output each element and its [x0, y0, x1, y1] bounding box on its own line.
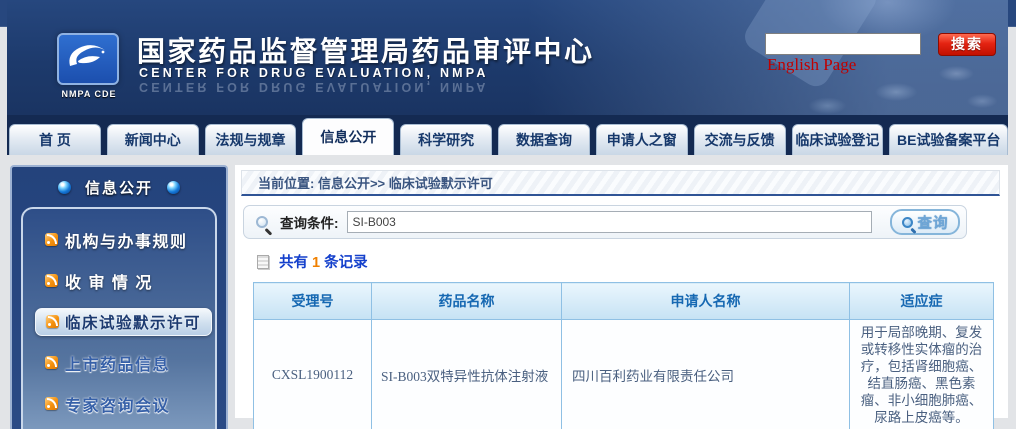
- sidebar-item-marketed-drug-info[interactable]: 上市药品信息: [23, 342, 215, 383]
- records-summary: 共有1条记录: [257, 251, 1000, 272]
- site-search-button[interactable]: 搜索: [938, 33, 996, 56]
- tab-news-center[interactable]: 新闻中心: [107, 124, 199, 155]
- magnifier-icon: [902, 217, 913, 228]
- swan-logo-icon: [65, 40, 111, 79]
- records-suffix: 条记录: [324, 255, 368, 271]
- sidebar-title-bar: 信息公开: [12, 167, 226, 207]
- query-condition-label: 查询条件:: [280, 212, 339, 232]
- cell-drug-name: SI-B003双特异性抗体注射液: [372, 320, 562, 429]
- breadcrumb: 当前位置: 信息公开>> 临床试验默示许可: [241, 170, 1000, 196]
- cell-applicant-name: 四川百利药业有限责任公司: [562, 320, 850, 429]
- body-row: 信息公开 机构与办事规则 收 审 情 况 临床试验默示许可: [7, 165, 1008, 429]
- list-icon: [257, 255, 269, 269]
- rss-icon: [45, 356, 58, 369]
- column-header-indication: 适应症: [850, 283, 994, 320]
- tab-clinical-trial-registration[interactable]: 临床试验登记: [792, 124, 884, 155]
- sidebar-item-acceptance-review-status[interactable]: 收 审 情 况: [23, 260, 215, 301]
- column-header-drug-name: 药品名称: [372, 283, 562, 320]
- tab-science-research[interactable]: 科学研究: [400, 124, 492, 155]
- tab-data-query[interactable]: 数据查询: [498, 124, 590, 155]
- nmpa-cde-logo[interactable]: [57, 33, 119, 85]
- query-condition-input[interactable]: [347, 211, 873, 233]
- breadcrumb-text: 当前位置: 信息公开>> 临床试验默示许可: [258, 173, 493, 192]
- selected-item-pill: 临床试验默示许可: [35, 308, 212, 336]
- sidebar-title: 信息公开: [85, 177, 153, 198]
- results-table: 受理号 药品名称 申请人名称 适应症 CXSL1900112 SI-B003双特…: [253, 282, 994, 429]
- site-search-input[interactable]: [765, 33, 921, 55]
- sidebar-item-org-rules[interactable]: 机构与办事规则: [23, 219, 215, 260]
- records-count: 1: [308, 255, 324, 271]
- main-content: 当前位置: 信息公开>> 临床试验默示许可 查询条件: 查询 共有1条记录: [235, 165, 1008, 418]
- site-title-en-reflection: CENTER FOR DRUG EVALUATION, NMPA: [139, 80, 489, 94]
- query-bar: 查询条件: 查询: [243, 205, 967, 239]
- tab-applicant-window[interactable]: 申请人之窗: [596, 124, 688, 155]
- sidebar-item-expert-advisory-meetings[interactable]: 专家咨询会议: [23, 383, 215, 424]
- table-header-row: 受理号 药品名称 申请人名称 适应症: [254, 283, 994, 320]
- glossy-sphere-icon: [58, 181, 71, 194]
- site-title-en: CENTER FOR DRUG EVALUATION, NMPA: [139, 66, 489, 80]
- rss-icon: [45, 274, 58, 287]
- logo-caption: NMPA CDE: [51, 89, 127, 99]
- tab-communication-feedback[interactable]: 交流与反馈: [694, 124, 786, 155]
- header-banner: NMPA CDE 国家药品监督管理局药品审评中心 CENTER FOR DRUG…: [7, 0, 1008, 115]
- column-header-applicant-name: 申请人名称: [562, 283, 850, 320]
- rss-icon: [45, 233, 58, 246]
- sidebar-item-clinical-trial-implied-license[interactable]: 临床试验默示许可: [23, 301, 215, 342]
- records-prefix: 共有: [279, 255, 308, 271]
- glossy-sphere-icon: [167, 181, 180, 194]
- tab-laws-regulations[interactable]: 法规与规章: [205, 124, 297, 155]
- query-button[interactable]: 查询: [890, 209, 960, 235]
- sidebar-menu-panel: 机构与办事规则 收 审 情 况 临床试验默示许可 上市药品信息: [21, 207, 217, 429]
- rss-icon: [45, 397, 58, 410]
- rss-icon: [46, 315, 59, 328]
- main-navigation: 首 页 新闻中心 法规与规章 信息公开 科学研究 数据查询 申请人之窗 交流与反…: [7, 115, 1008, 155]
- english-page-link[interactable]: English Page: [767, 55, 856, 75]
- tab-home[interactable]: 首 页: [9, 124, 101, 155]
- sidebar: 信息公开 机构与办事规则 收 审 情 况 临床试验默示许可: [10, 165, 228, 429]
- cell-indication: 用于局部晚期、复发或转移性实体瘤的治疗，包括肾细胞癌、结直肠癌、黑色素瘤、非小细…: [850, 320, 994, 429]
- site-title-cn: 国家药品监督管理局药品审评中心: [137, 30, 595, 70]
- magnifier-icon: [256, 216, 268, 228]
- tab-info-disclosure[interactable]: 信息公开: [302, 118, 394, 155]
- table-row: CXSL1900112 SI-B003双特异性抗体注射液 四川百利药业有限责任公…: [254, 320, 994, 429]
- tab-be-trial-filing[interactable]: BE试验备案平台: [889, 124, 1008, 155]
- column-header-acceptance-no: 受理号: [254, 283, 372, 320]
- cell-acceptance-no: CXSL1900112: [254, 320, 372, 429]
- page-container: NMPA CDE 国家药品监督管理局药品审评中心 CENTER FOR DRUG…: [7, 0, 1008, 429]
